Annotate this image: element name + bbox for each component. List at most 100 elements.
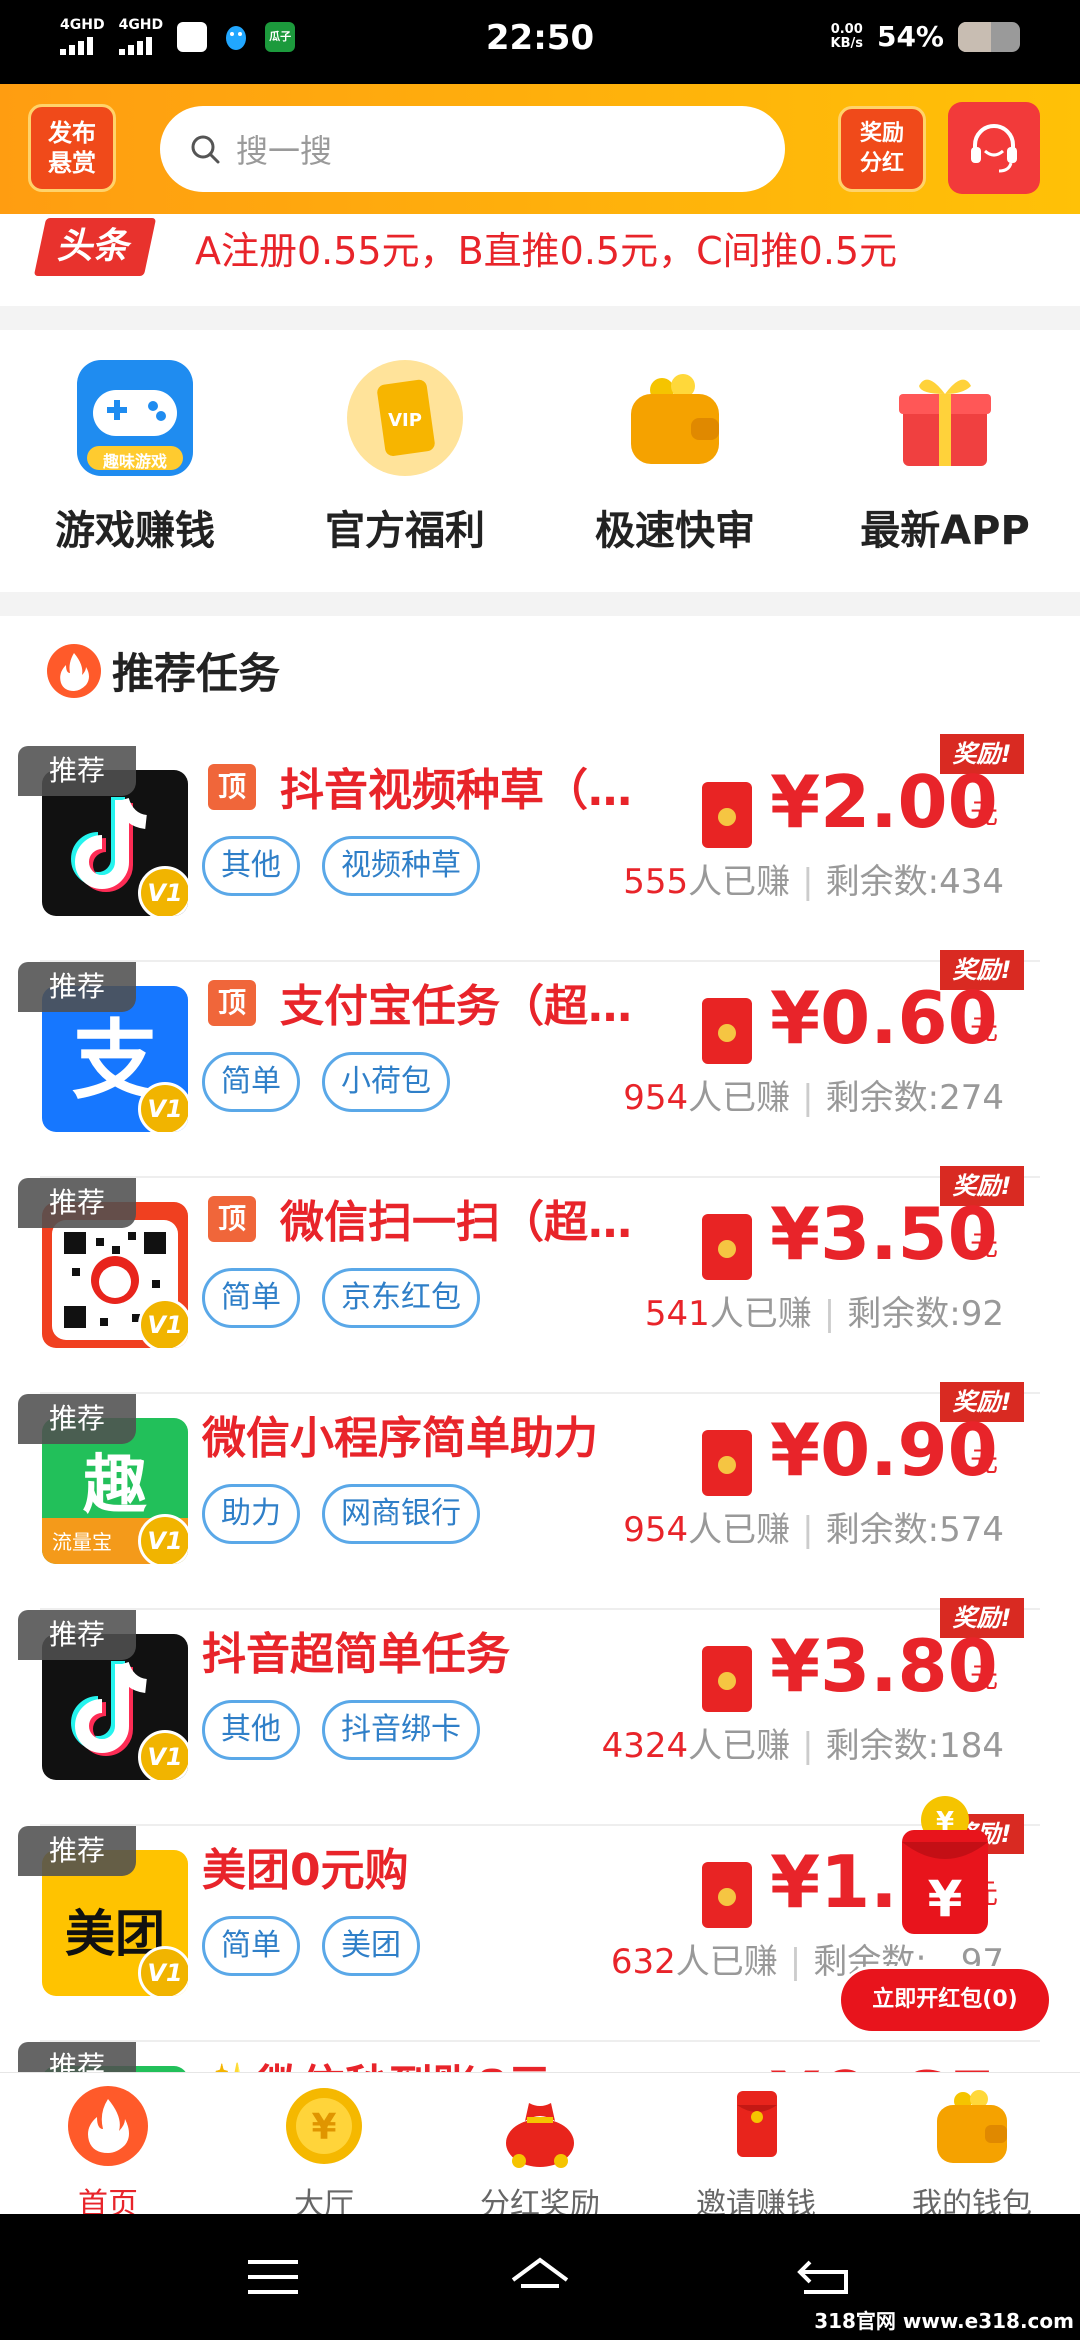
remain-count: 92: [960, 1294, 1004, 1334]
task-tags: 其他 视频种草: [202, 836, 480, 896]
category-game-earn[interactable]: 趣味游戏 游戏赚钱: [0, 360, 270, 556]
task-row[interactable]: V1 推荐顶抖音视频种草（… 其他 视频种草 奖励! ¥2.00 元 555人已赚 | 剩余数:4…: [0, 734, 1080, 962]
remain-count: 274: [939, 1078, 1004, 1118]
tab-invite[interactable]: 邀请赚钱: [648, 2073, 864, 2222]
tab-home[interactable]: 首页: [0, 2073, 216, 2222]
v1-badge: V1: [138, 1730, 188, 1780]
task-price: ¥0.90: [770, 1408, 998, 1492]
task-tags: 其他 抖音绑卡: [202, 1700, 480, 1760]
task-tag: 其他: [202, 836, 300, 896]
category-fast-review[interactable]: 极速快审: [540, 360, 810, 556]
red-packet-icon: ¥ ¥: [902, 1796, 988, 1934]
search-input[interactable]: 搜一搜: [160, 106, 785, 192]
remain-prefix: 剩余数:: [825, 862, 940, 902]
earned-count: 541: [644, 1294, 710, 1334]
floating-red-packet[interactable]: ¥ ¥: [880, 1790, 1010, 1940]
bonus-line1: 奖励: [859, 121, 904, 146]
earned-suffix: 人已赚: [688, 1510, 791, 1550]
earned-count: 954: [623, 1078, 689, 1118]
back-icon[interactable]: [790, 2252, 860, 2302]
recommend-badge: 推荐: [18, 746, 136, 796]
earned-suffix: 人已赚: [688, 1726, 791, 1766]
app-header: 发布 悬赏 搜一搜 奖励 分红: [0, 84, 1080, 214]
task-tag: 助力: [202, 1484, 300, 1544]
svg-text:¥: ¥: [311, 2107, 336, 2148]
task-tag: 简单: [202, 1268, 300, 1328]
wallet-icon: [937, 2090, 1007, 2163]
menu-icon[interactable]: [238, 2252, 308, 2302]
customer-service-button[interactable]: [948, 102, 1040, 194]
earned-suffix: 人已赚: [675, 1942, 778, 1982]
wallet-icon: [617, 360, 733, 476]
task-tags: 简单 小荷包: [202, 1052, 450, 1112]
recommend-badge: 推荐: [18, 1610, 136, 1660]
task-stats: 541人已赚 | 剩余数:92: [645, 1286, 1004, 1335]
battery-level: [958, 21, 992, 52]
watermark: 318官网 www.e318.com: [814, 2309, 1074, 2333]
task-name: 微信小程序简单助力: [202, 1413, 598, 1464]
category-label: 游戏赚钱: [55, 508, 215, 554]
net-speed-value: 0.00: [830, 21, 863, 37]
category-latest-app[interactable]: 最新APP: [810, 360, 1080, 556]
remain-prefix: 剩余数:: [825, 1726, 940, 1766]
price-unit: 元: [970, 1445, 999, 1478]
task-tags: 简单 美团: [202, 1916, 420, 1976]
task-stats: 954人已赚 | 剩余数:574: [623, 1502, 1004, 1551]
stats-separator: |: [802, 1510, 814, 1550]
category-official-welfare[interactable]: VIP 官方福利: [270, 360, 540, 556]
gift-box-icon: [887, 360, 1003, 476]
task-name: 支付宝任务（超…: [280, 981, 632, 1032]
bonus-line2: 分红: [859, 151, 904, 176]
pinned-mark: 顶: [208, 764, 256, 810]
task-row-partial[interactable]: 推荐 ✨微信秒到账8元 ¥0.65: [0, 2042, 1080, 2072]
red-envelope-icon: [702, 998, 752, 1064]
headset-icon: [971, 124, 1017, 173]
task-row[interactable]: 趣流量宝 V1 推荐 微信小程序简单助力 助力 网商银行 奖励! ¥0.90 元 954人已赚 | 剩…: [0, 1382, 1080, 1610]
pinned-mark: 顶: [208, 1196, 256, 1242]
task-price: ¥3.80: [770, 1624, 998, 1708]
svg-text:VIP: VIP: [388, 410, 422, 431]
task-tag: 其他: [202, 1700, 300, 1760]
category-label: 极速快审: [595, 508, 755, 554]
earned-count: 632: [610, 1942, 676, 1982]
red-envelope-icon: [737, 2091, 777, 2157]
remain-prefix: 剩余数:: [847, 1294, 961, 1334]
stats-separator: |: [802, 1726, 814, 1766]
earned-count: 4324: [601, 1726, 689, 1766]
app-screen: 4GHD 4GHD 瓜子 22:50 0.00 KB/s 54% 发布 悬赏 搜…: [0, 0, 1080, 2340]
recommend-badge: 推荐: [18, 1178, 136, 1228]
task-tag: 美团: [322, 1916, 420, 1976]
recommend-badge: 推荐: [18, 2042, 136, 2072]
headline-ticker[interactable]: 头条 A注册0.55元，B直推0.5元，C间推0.5元: [0, 214, 1080, 306]
remain-count: 184: [939, 1726, 1004, 1766]
home-icon[interactable]: [505, 2252, 575, 2302]
stats-separator: |: [802, 862, 814, 902]
category-grid: 趣味游戏 游戏赚钱 VIP 官方福利 极速快审 最新APP: [0, 330, 1080, 592]
bottom-tab-bar: 首页 ¥ 大厅 分红奖励 邀请赚钱 我的钱包: [0, 2072, 1080, 2222]
stats-separator: |: [789, 1942, 802, 1982]
remain-count: 574: [939, 1510, 1004, 1550]
search-icon: [191, 135, 220, 164]
task-tag: 网商银行: [322, 1484, 480, 1544]
coin-icon: ¥: [286, 2088, 362, 2164]
bonus-dividend-button[interactable]: 奖励 分红: [838, 106, 926, 192]
flame-icon: [47, 643, 101, 698]
thumb-text: 趣: [83, 1449, 147, 1523]
v1-badge: V1: [138, 1298, 188, 1348]
status-right: 0.00 KB/s 54%: [830, 20, 1020, 53]
task-price: ¥2.00: [770, 760, 998, 844]
task-name: 美团0元购: [202, 1845, 409, 1896]
v1-badge: V1: [138, 1082, 188, 1132]
price-unit: 元: [970, 797, 999, 830]
post-bounty-button[interactable]: 发布 悬赏: [28, 104, 116, 192]
price-unit: 元: [970, 1013, 999, 1046]
stats-separator: |: [802, 1078, 814, 1118]
tab-dividend[interactable]: 分红奖励: [432, 2073, 648, 2222]
open-red-packet-button[interactable]: 立即开红包(0): [838, 1966, 1052, 2034]
task-row[interactable]: V1 推荐顶微信扫一扫（超… 简单 京东红包 奖励! ¥3.50 元 541人已赚 | 剩余数:9…: [0, 1166, 1080, 1394]
tab-hall[interactable]: ¥ 大厅: [216, 2073, 432, 2222]
tab-wallet[interactable]: 我的钱包: [864, 2073, 1080, 2222]
task-row[interactable]: 支 V1 推荐顶支付宝任务（超… 简单 小荷包 奖励! ¥0.60 元 954人已赚 | 剩余数:2…: [0, 950, 1080, 1178]
system-nav-bar: 318官网 www.e318.com: [0, 2214, 1080, 2340]
earned-suffix: 人已赚: [688, 862, 791, 902]
